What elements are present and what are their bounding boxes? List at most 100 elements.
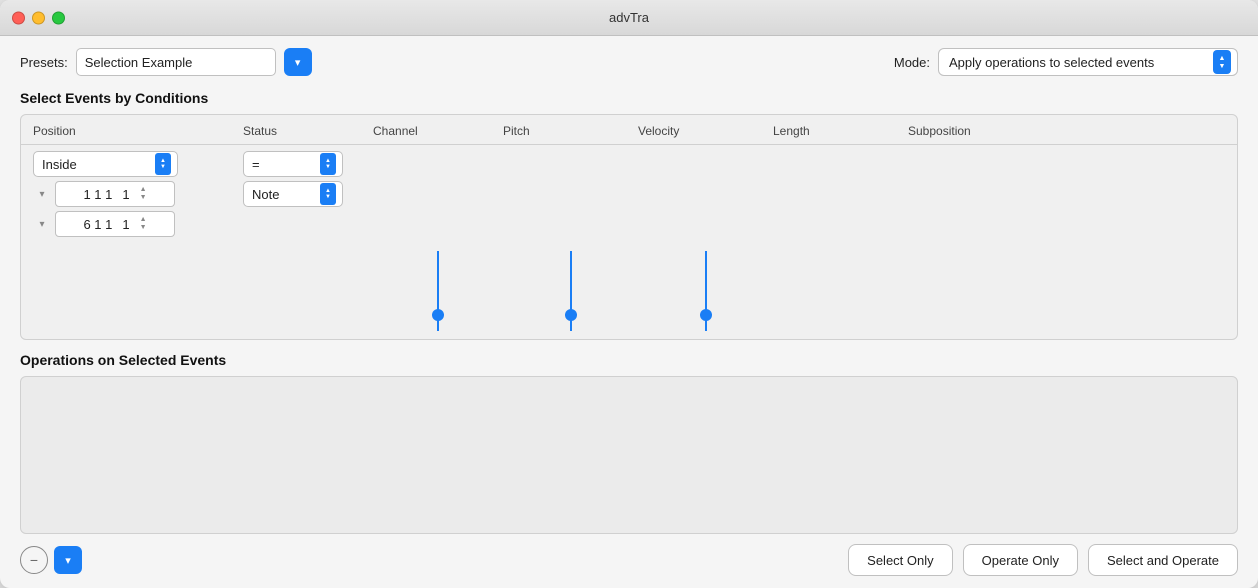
- channel-slider[interactable]: [437, 251, 439, 331]
- bottom-left-controls: − ▾: [20, 546, 82, 574]
- pitch-track: [570, 251, 572, 331]
- col-header-length: Length: [773, 123, 908, 138]
- inside-select[interactable]: Inside ▲ ▼: [33, 151, 178, 177]
- pos-up-icon[interactable]: ▲: [140, 186, 147, 194]
- add-dropdown-button[interactable]: ▾: [54, 546, 82, 574]
- position-numbox[interactable]: 1 1 1 1 ▲ ▼: [55, 181, 175, 207]
- close-button[interactable]: [12, 11, 25, 24]
- channel-slider-col: [373, 251, 503, 331]
- pos-last-num: 1: [122, 187, 129, 202]
- pos-num-row: ▾ 1 1 1 1 ▲ ▼: [33, 181, 243, 207]
- col-header-position: Position: [33, 123, 243, 138]
- col-header-status: Status: [243, 123, 373, 138]
- minimize-button[interactable]: [32, 11, 45, 24]
- status-col-row1: = ▲ ▼: [243, 151, 373, 177]
- operations-area: [20, 376, 1238, 534]
- remove-button[interactable]: −: [20, 546, 48, 574]
- presets-group: Presets: ▾: [20, 48, 312, 76]
- row-collapse-button[interactable]: ▾: [33, 181, 51, 207]
- mode-group: Mode: Apply operations to selected event…: [894, 48, 1238, 76]
- bottom-right-controls: Select Only Operate Only Select and Oper…: [848, 544, 1238, 576]
- position-slider-spacer: [33, 251, 243, 331]
- pos-stepper2[interactable]: ▲ ▼: [140, 216, 147, 233]
- table-header: Position Status Channel Pitch Velocity: [21, 123, 1237, 145]
- table-row: ▾ 1 1 1 1 ▲ ▼: [33, 181, 1225, 207]
- select-and-operate-button[interactable]: Select and Operate: [1088, 544, 1238, 576]
- select-events-header: Select Events by Conditions: [20, 90, 1238, 106]
- table-row: ▾ 6 1 1 1 ▲ ▼: [33, 211, 1225, 237]
- col-header-channel: Channel: [373, 123, 503, 138]
- sliders-area: [21, 251, 1237, 339]
- position-col-row2: ▾ 1 1 1 1 ▲ ▼: [33, 181, 243, 207]
- bottom-bar: − ▾ Select Only Operate Only Select and …: [20, 534, 1238, 576]
- note-select[interactable]: Note ▲ ▼: [243, 181, 343, 207]
- select-events-section: Select Events by Conditions Position Sta…: [20, 90, 1238, 534]
- mode-label: Mode:: [894, 55, 930, 70]
- main-content: Presets: ▾ Mode: Apply operations to sel…: [0, 36, 1258, 588]
- note-spinner[interactable]: ▲ ▼: [320, 183, 336, 205]
- eq-select[interactable]: = ▲ ▼: [243, 151, 343, 177]
- add-chevron-icon: ▾: [65, 554, 71, 567]
- position-col-row1: Inside ▲ ▼: [33, 151, 243, 177]
- title-bar: advTra: [0, 0, 1258, 36]
- pitch-slider[interactable]: [570, 251, 572, 331]
- col-header-velocity: Velocity: [638, 123, 773, 138]
- pos-up-icon2[interactable]: ▲: [140, 216, 147, 224]
- position-numbox2[interactable]: 6 1 1 1 ▲ ▼: [55, 211, 175, 237]
- operations-header: Operations on Selected Events: [20, 352, 1238, 368]
- inside-select-text: Inside: [42, 157, 155, 172]
- row2-collapse-button[interactable]: ▾: [33, 211, 51, 237]
- minus-icon: −: [30, 552, 38, 568]
- channel-header-label: Channel: [373, 124, 418, 138]
- status-slider-spacer: [243, 251, 373, 331]
- velocity-thumb[interactable]: [700, 309, 712, 321]
- velocity-slider[interactable]: [705, 251, 707, 331]
- pitch-thumb[interactable]: [565, 309, 577, 321]
- eq-select-text: =: [252, 157, 320, 172]
- eq-spinner-down-icon: ▼: [325, 164, 331, 170]
- mode-select-text: Apply operations to selected events: [949, 55, 1213, 70]
- top-bar: Presets: ▾ Mode: Apply operations to sel…: [20, 48, 1238, 76]
- col-header-pitch: Pitch: [503, 123, 638, 138]
- pos-last-num2: 1: [122, 217, 129, 232]
- channel-track: [437, 251, 439, 331]
- position-header-label: Position: [33, 124, 76, 138]
- pitch-slider-col: [503, 251, 638, 331]
- inside-spinner-down-icon: ▼: [160, 164, 166, 170]
- traffic-lights: [12, 11, 65, 24]
- velocity-header-label: Velocity: [638, 124, 679, 138]
- position-col-row3: ▾ 6 1 1 1 ▲ ▼: [33, 211, 243, 237]
- subposition-header-label: Subposition: [908, 124, 971, 138]
- length-header-label: Length: [773, 124, 810, 138]
- window-title: advTra: [609, 10, 649, 25]
- note-spinner-down-icon: ▼: [325, 194, 331, 200]
- operations-section: Operations on Selected Events: [20, 352, 1238, 534]
- pos-num-row2: ▾ 6 1 1 1 ▲ ▼: [33, 211, 243, 237]
- mode-select-wrap[interactable]: Apply operations to selected events ▲ ▼: [938, 48, 1238, 76]
- table-row: Inside ▲ ▼ = ▲: [33, 151, 1225, 177]
- pos-stepper[interactable]: ▲ ▼: [140, 186, 147, 203]
- pos-num-text: 1 1 1: [83, 187, 112, 202]
- velocity-track: [705, 251, 707, 331]
- spinner-down-icon: ▼: [1219, 63, 1226, 70]
- presets-label: Presets:: [20, 55, 68, 70]
- col-header-subposition: Subposition: [908, 123, 1225, 138]
- channel-thumb[interactable]: [432, 309, 444, 321]
- status-header-label: Status: [243, 124, 277, 138]
- note-select-text: Note: [252, 187, 320, 202]
- eq-spinner[interactable]: ▲ ▼: [320, 153, 336, 175]
- status-col-row2: Note ▲ ▼: [243, 181, 373, 207]
- preset-dropdown-button[interactable]: ▾: [284, 48, 312, 76]
- main-window: advTra Presets: ▾ Mode: Apply operations…: [0, 0, 1258, 588]
- table-row-area: Inside ▲ ▼ = ▲: [21, 145, 1237, 247]
- inside-spinner[interactable]: ▲ ▼: [155, 153, 171, 175]
- chevron-down-icon: ▾: [295, 56, 301, 69]
- mode-spinner[interactable]: ▲ ▼: [1213, 50, 1231, 74]
- pos-down-icon[interactable]: ▼: [140, 194, 147, 202]
- select-only-button[interactable]: Select Only: [848, 544, 952, 576]
- events-table: Position Status Channel Pitch Velocity: [20, 114, 1238, 340]
- operate-only-button[interactable]: Operate Only: [963, 544, 1078, 576]
- pos-down-icon2[interactable]: ▼: [140, 224, 147, 232]
- preset-input[interactable]: [76, 48, 276, 76]
- maximize-button[interactable]: [52, 11, 65, 24]
